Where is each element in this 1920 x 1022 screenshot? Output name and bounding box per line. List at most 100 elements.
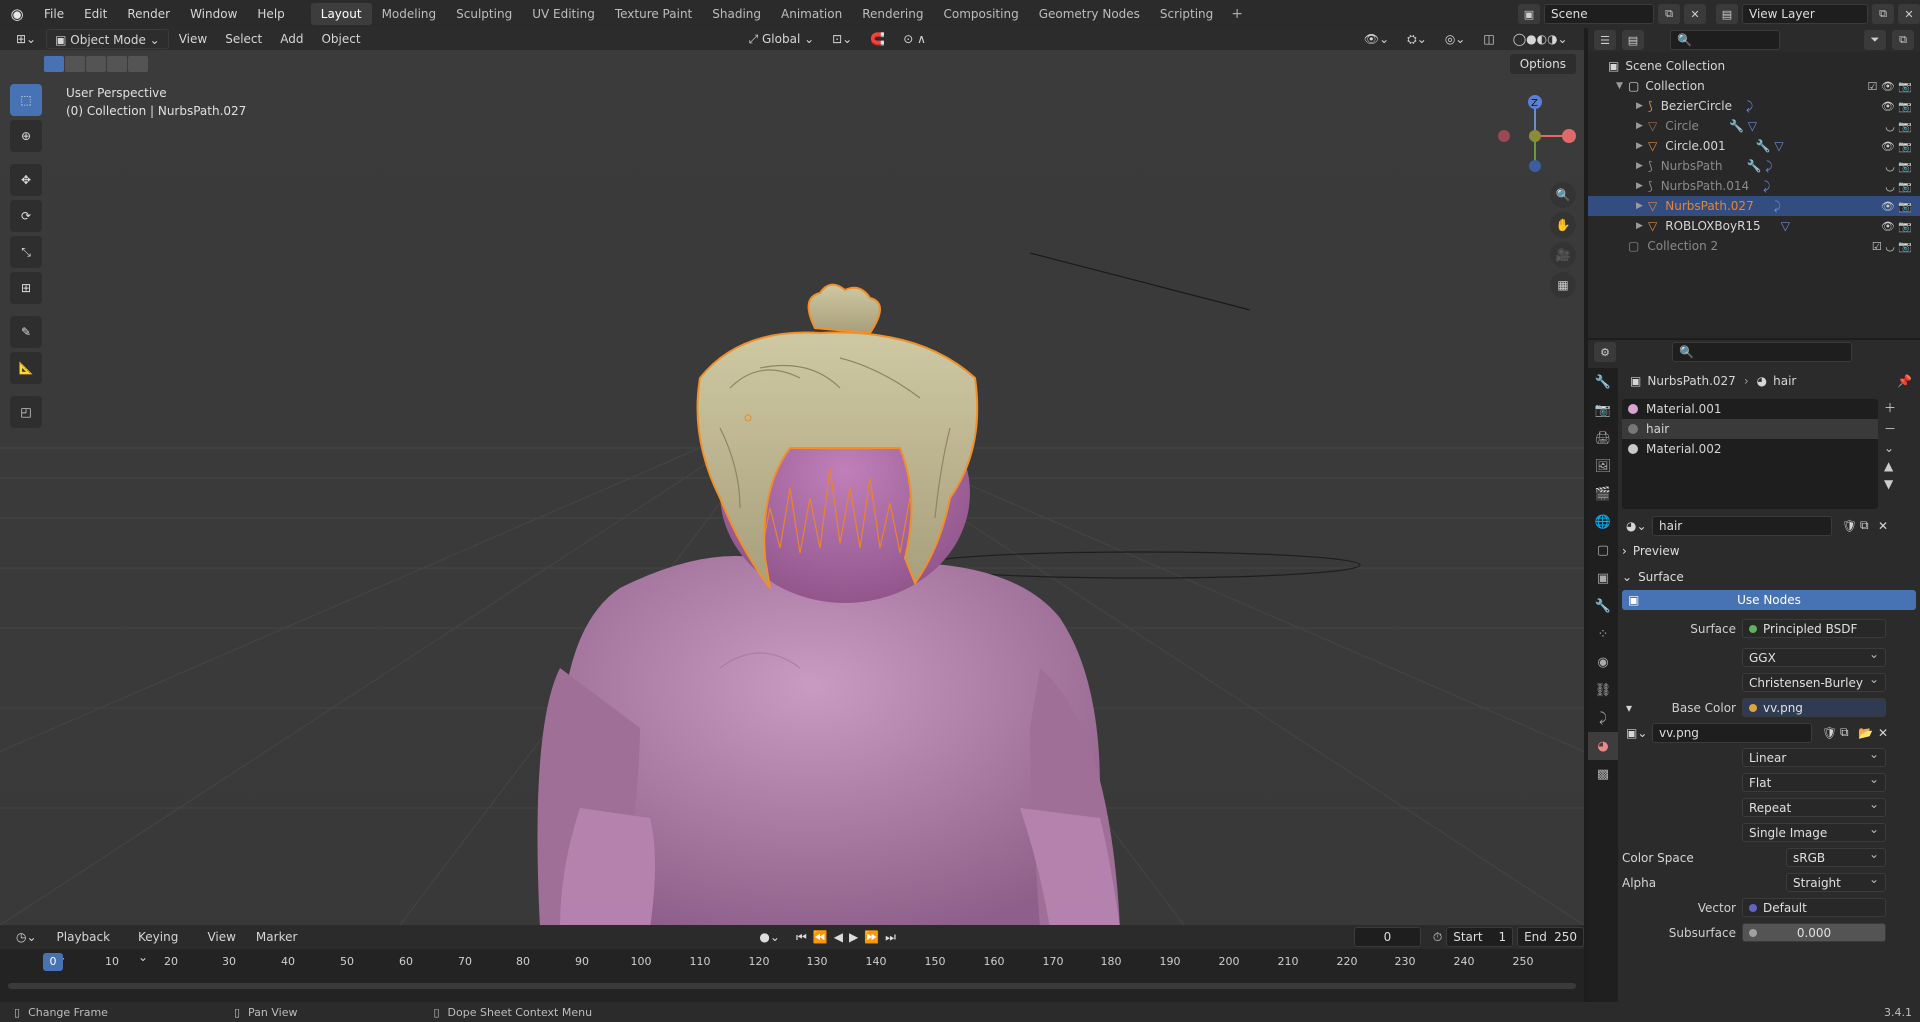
object-tab-icon[interactable]: ▣ [1588, 564, 1618, 592]
navigation-gizmo[interactable]: Z [1490, 86, 1580, 196]
tab-uv-editing[interactable]: UV Editing [522, 3, 605, 25]
pin-icon[interactable]: 📌 [1897, 374, 1912, 388]
color-space-select[interactable]: sRGB [1786, 847, 1886, 867]
select-extend-icon[interactable] [65, 56, 85, 72]
play-icon[interactable]: ▶ [849, 930, 858, 944]
tab-layout[interactable]: Layout [310, 3, 372, 25]
next-keyframe-icon[interactable]: ⏩ [864, 930, 879, 944]
add-workspace-button[interactable]: + [1223, 6, 1251, 22]
marker-menu[interactable]: Marker [248, 927, 305, 947]
expand-icon[interactable]: ▶ [1636, 101, 1648, 111]
proportional-edit-icon[interactable]: ⊙ ∧ [895, 29, 934, 49]
current-frame-field[interactable]: 0 [1353, 927, 1421, 947]
expand-icon[interactable]: ▶ [1636, 201, 1648, 211]
particles-tab-icon[interactable]: ⁘ [1588, 620, 1618, 648]
options-button[interactable]: Options [1509, 54, 1576, 74]
filter-icon[interactable]: ⏷ [1864, 30, 1886, 50]
outliner-item-circle[interactable]: ▶ ▽ Circle 🔧 ▽ ◡ 📷 [1588, 116, 1920, 136]
new-scene-icon[interactable]: ⧉ [1658, 4, 1680, 24]
use-nodes-button[interactable]: ▣ Use Nodes [1622, 590, 1916, 610]
outliner-editor-type-icon[interactable]: ☰ [1594, 30, 1616, 50]
tab-scripting[interactable]: Scripting [1150, 3, 1223, 25]
tab-geometry-nodes[interactable]: Geometry Nodes [1029, 3, 1150, 25]
pivot-icon[interactable]: ⊡⌄ [824, 29, 860, 49]
visibility-toggles[interactable]: 👁 📷 [1881, 100, 1912, 113]
image-name-field[interactable]: vv.png [1652, 722, 1812, 743]
outliner-item-beziercircle[interactable]: ▶ ⟆ BezierCircle ⤸ 👁 📷 [1588, 96, 1920, 116]
add-slot-icon[interactable]: ＋ [1884, 399, 1896, 416]
timeline-editor-type-icon[interactable]: ◷⌄ [8, 927, 45, 947]
playhead[interactable]: 0 [43, 953, 63, 971]
pan-hand-icon[interactable]: ✋ [1550, 212, 1576, 238]
menu-select[interactable]: Select [217, 29, 270, 49]
gizmo-toggle-icon[interactable]: ⛭⌄ [1399, 29, 1435, 49]
properties-search-input[interactable]: 🔍 [1672, 342, 1852, 362]
slot-item[interactable]: Material.002 [1622, 439, 1878, 459]
mode-select[interactable]: ▣ Object Mode ⌄ [46, 29, 169, 49]
menu-view[interactable]: View [171, 29, 215, 49]
shading-modes-icon[interactable]: ◯●◐◑⌄ [1505, 29, 1576, 49]
world-tab-icon[interactable]: 🌐 [1588, 508, 1618, 536]
unlink-icon[interactable]: ✕ [1878, 519, 1888, 533]
tab-modeling[interactable]: Modeling [372, 3, 447, 25]
select-new-icon[interactable] [44, 56, 64, 72]
scale-tool-icon[interactable]: ⤡ [10, 236, 42, 268]
stopwatch-icon[interactable]: ⏱ [1433, 930, 1442, 945]
new-view-layer-icon[interactable]: ⧉ [1872, 4, 1894, 24]
visibility-toggles[interactable]: ◡ 📷 [1885, 180, 1912, 193]
overlay-toggle-icon[interactable]: ◎⌄ [1437, 29, 1474, 49]
source-select[interactable]: Single Image [1742, 822, 1886, 842]
delete-view-layer-icon[interactable]: ✕ [1898, 4, 1920, 24]
menu-add[interactable]: Add [272, 29, 311, 49]
xray-icon[interactable]: ◫ [1475, 29, 1502, 49]
texture-tab-icon[interactable]: ▩ [1588, 760, 1618, 788]
prev-keyframe-icon[interactable]: ⏪ [813, 930, 828, 944]
3d-viewport[interactable]: ⊞⌄ ▣ Object Mode ⌄ View Select Add Objec… [0, 28, 1584, 925]
outliner-item-nurbspath-014[interactable]: ▶ ⟆ NurbsPath.014 ⤸ ◡ 📷 [1588, 176, 1920, 196]
chevron-down-icon[interactable]: ▾ [1626, 701, 1632, 715]
tool-tab-icon[interactable]: 🔧 [1588, 368, 1618, 396]
fake-user-icon[interactable]: 🛡 [1822, 726, 1837, 740]
constraints-tab-icon[interactable]: ⛓ [1588, 676, 1618, 704]
expand-icon[interactable]: ▶ [1636, 121, 1648, 131]
move-down-icon[interactable]: ▼ [1884, 477, 1896, 491]
timeline-view-menu[interactable]: View [199, 927, 243, 947]
surface-shader-field[interactable]: Principled BSDF [1742, 619, 1886, 638]
select-intersect-icon[interactable] [128, 56, 148, 72]
vector-field[interactable]: Default [1742, 898, 1886, 917]
expand-icon[interactable]: ▶ [1636, 221, 1648, 231]
unlink-icon[interactable]: ✕ [1878, 726, 1888, 740]
tab-rendering[interactable]: Rendering [852, 3, 933, 25]
visibility-toggles[interactable]: ☑ ◡ 📷 [1872, 240, 1912, 253]
modifier-tab-icon[interactable]: 🔧 [1588, 592, 1618, 620]
end-frame-field[interactable]: End 250 [1517, 927, 1584, 947]
alpha-select[interactable]: Straight [1786, 872, 1886, 892]
camera-view-icon[interactable]: 🎥 [1550, 242, 1576, 268]
outliner-collection[interactable]: ▼ ▢ Collection ☑ 👁 📷 [1588, 76, 1920, 96]
zoom-icon[interactable]: 🔍 [1550, 182, 1576, 208]
outliner-item-nurbspath-027[interactable]: ▶ ▽ NurbsPath.027 ⤸ 👁 📷 [1588, 196, 1920, 216]
tab-animation[interactable]: Animation [771, 3, 852, 25]
select-box-tool-icon[interactable]: ⬚ [10, 84, 42, 116]
duplicate-icon[interactable]: ⧉ [1840, 725, 1849, 740]
annotate-tool-icon[interactable]: ✎ [10, 316, 42, 348]
snap-icon[interactable]: 🧲 [862, 29, 893, 49]
expand-icon[interactable]: ▶ [1636, 181, 1648, 191]
slot-menu-icon[interactable]: ⌄ [1884, 441, 1896, 455]
transform-orientation-select[interactable]: ⤢ Global ⌄ [741, 29, 823, 49]
expand-icon[interactable]: ▼ [1616, 81, 1628, 91]
frame-ruler[interactable]: 0 10 20 30 40 50 60 70 80 90 100 110 120… [8, 953, 1576, 973]
outliner-item-nurbspath[interactable]: ▶ ⟆ NurbsPath 🔧 ⤸ ◡ 📷 [1588, 156, 1920, 176]
view-layer-field[interactable]: View Layer [1742, 4, 1868, 24]
scene-browse-icon[interactable]: ▣ [1518, 4, 1540, 24]
measure-tool-icon[interactable]: 📐 [10, 352, 42, 384]
outliner-scene-collection[interactable]: ▣ Scene Collection [1588, 56, 1920, 76]
scene-tab-icon[interactable]: 🎬 [1588, 480, 1618, 508]
material-tab-icon[interactable]: ◕ [1588, 732, 1618, 760]
physics-tab-icon[interactable]: ◉ [1588, 648, 1618, 676]
transform-tool-icon[interactable]: ⊞ [10, 272, 42, 304]
open-folder-icon[interactable]: 📂 [1858, 726, 1873, 740]
ortho-grid-icon[interactable]: ▦ [1550, 272, 1576, 298]
move-tool-icon[interactable]: ✥ [10, 164, 42, 196]
tab-sculpting[interactable]: Sculpting [446, 3, 522, 25]
